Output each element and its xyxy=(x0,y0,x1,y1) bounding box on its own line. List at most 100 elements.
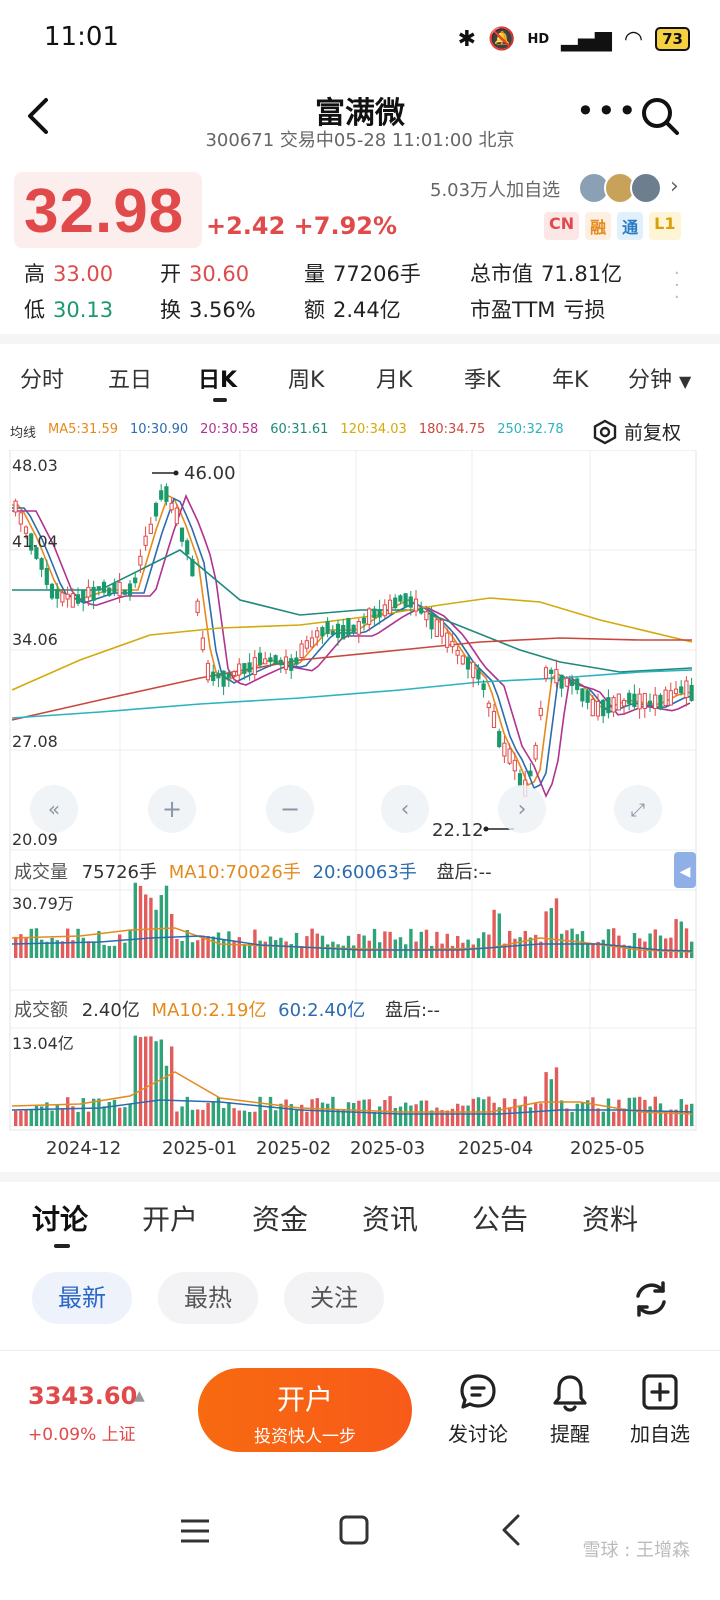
candle xyxy=(507,748,512,764)
amount-bar xyxy=(107,1102,111,1126)
x-axis-label: 2025-02 xyxy=(256,1138,332,1159)
volume-bar xyxy=(86,941,91,958)
follower-avatars[interactable] xyxy=(578,172,662,204)
ma20-line xyxy=(12,493,691,798)
tab-monthly-k[interactable]: 月K xyxy=(376,362,412,394)
volume-bar xyxy=(211,936,215,958)
candle xyxy=(601,699,606,717)
tab-weekly-k[interactable]: 周K xyxy=(288,362,324,394)
tab-open-account[interactable]: 开户 xyxy=(142,1198,198,1238)
search-icon[interactable] xyxy=(640,96,680,136)
followers-count[interactable]: 5.03万人加自选 xyxy=(430,176,560,202)
volume-bar xyxy=(123,942,127,958)
market-cap-value: 71.81亿 xyxy=(541,262,623,286)
candle xyxy=(663,689,668,707)
tab-discussion[interactable]: 讨论 xyxy=(32,1198,88,1238)
amount-bar xyxy=(222,1108,226,1126)
candle xyxy=(450,640,455,648)
volume-bar xyxy=(398,937,403,958)
volume-bar xyxy=(653,929,657,958)
filter-latest[interactable]: 最新 xyxy=(32,1272,132,1324)
candle xyxy=(185,540,190,555)
tab-announcements[interactable]: 公告 xyxy=(472,1198,528,1238)
tab-funds[interactable]: 资金 xyxy=(252,1198,308,1238)
divider xyxy=(0,1350,720,1351)
turnover-value: 3.56% xyxy=(189,298,256,322)
volume-bar xyxy=(560,933,564,958)
candle xyxy=(65,593,70,600)
open-account-button[interactable]: 开户 投资快人一步 xyxy=(198,1368,412,1452)
amount-bar xyxy=(128,1103,132,1126)
amount-bar xyxy=(315,1098,319,1126)
tab-profile[interactable]: 资料 xyxy=(582,1198,638,1238)
candle xyxy=(637,693,642,710)
candle xyxy=(315,630,320,638)
filter-hot[interactable]: 最热 xyxy=(158,1272,258,1324)
bell-icon xyxy=(553,1375,587,1412)
candle xyxy=(117,581,122,597)
amount-bar xyxy=(237,1110,241,1126)
amount-bar xyxy=(92,1098,96,1126)
amount-bar xyxy=(560,1100,564,1126)
more-icon[interactable]: ••• xyxy=(576,92,639,130)
chevron-right-icon[interactable]: › xyxy=(670,174,679,199)
volume-bar xyxy=(487,934,491,958)
tab-minute[interactable]: 分钟 ▼ xyxy=(628,362,691,394)
amount-bar xyxy=(118,1107,122,1126)
tab-intraday[interactable]: 分时 xyxy=(20,362,64,394)
add-watchlist-button[interactable]: 加自选 xyxy=(620,1372,700,1447)
expand-dots-icon[interactable]: · · · xyxy=(674,265,680,307)
candle xyxy=(107,587,112,596)
amount-ma10: MA10:2.19亿 xyxy=(151,1000,267,1021)
amount-title: 成交额 xyxy=(14,1000,68,1021)
mute-icon: 🔕 xyxy=(488,26,516,52)
home-icon[interactable] xyxy=(338,1514,370,1546)
candle xyxy=(294,657,299,665)
status-icons: ✱ 🔕 HD ▂▄▆ ◠ 73 xyxy=(458,22,690,56)
amount-bar xyxy=(175,1111,179,1126)
amount-bar xyxy=(144,1036,148,1126)
amount-bar xyxy=(268,1096,273,1126)
amount-bar xyxy=(60,1108,65,1126)
tab-quarterly-k[interactable]: 季K xyxy=(464,362,500,394)
volume-bar xyxy=(388,931,392,958)
badge-connect: 通 xyxy=(617,212,644,240)
tab-daily-k[interactable]: 日K xyxy=(198,362,237,394)
ma120-label: 120:34.03 xyxy=(340,422,407,437)
volume-bar xyxy=(336,944,340,958)
post-discussion-button[interactable]: 发讨论 xyxy=(438,1372,518,1447)
badge-margin: 融 xyxy=(585,212,612,240)
amount-bar xyxy=(461,1105,465,1126)
status-time: 11:01 xyxy=(44,22,119,52)
volume-bar xyxy=(237,937,241,958)
menu-icon[interactable] xyxy=(178,1516,212,1546)
amount-bar xyxy=(591,1097,595,1126)
expand-icon: ⤢ xyxy=(631,800,646,821)
quote-volume: 量 77206手 xyxy=(304,258,421,288)
filter-following[interactable]: 关注 xyxy=(284,1272,384,1324)
candle xyxy=(356,621,361,635)
tab-news[interactable]: 资讯 xyxy=(362,1198,418,1238)
volume-bar xyxy=(154,909,158,958)
tab-minute-label: 分钟 xyxy=(628,368,673,393)
tab-five-day[interactable]: 五日 xyxy=(108,362,152,394)
kline-chart-area[interactable]: « + − ‹ › ⤢ ◀ 48.03 41.04 34.06 27.08 20… xyxy=(0,450,720,1170)
volume-bar xyxy=(326,944,330,958)
volume-bar xyxy=(14,936,18,958)
current-price: 32.98 xyxy=(24,177,185,246)
amount-bar xyxy=(372,1111,377,1126)
alert-button[interactable]: 提醒 xyxy=(530,1372,610,1447)
candle xyxy=(408,596,413,608)
tab-yearly-k[interactable]: 年K xyxy=(552,362,588,394)
kline-chart[interactable]: « + − ‹ › ⤢ ◀ xyxy=(0,450,720,1170)
divider xyxy=(0,334,720,344)
adjust-toggle[interactable]: 前复权 xyxy=(592,418,681,445)
back-nav-icon[interactable] xyxy=(498,1512,524,1548)
volume-bar xyxy=(310,928,314,958)
amount-bar xyxy=(398,1106,403,1126)
refresh-icon[interactable] xyxy=(630,1278,672,1320)
volume-bar xyxy=(258,940,262,958)
candle xyxy=(18,512,23,525)
candle xyxy=(559,674,564,689)
index-value[interactable]: 3343.60 xyxy=(28,1382,137,1410)
